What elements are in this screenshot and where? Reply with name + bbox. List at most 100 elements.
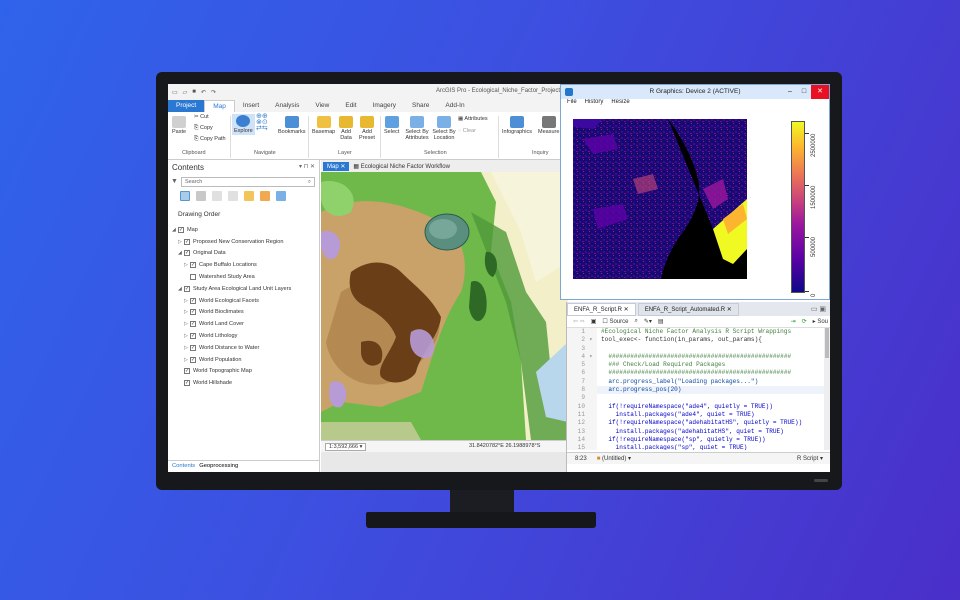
layer-item[interactable]: ▷ ✓ Cape Buffalo Locations <box>172 259 319 271</box>
labeling-icon[interactable] <box>260 191 270 201</box>
layer-item[interactable]: ▷ ✓ Proposed New Conservation Region <box>172 236 319 248</box>
run-icon[interactable]: ⇥ <box>791 318 796 325</box>
copy-button[interactable]: ⎘ Copy <box>194 125 213 131</box>
code-line[interactable]: 2 ▾ tool_exec<- function(in_params, out_pa… <box>567 336 830 345</box>
tab-project[interactable]: Project <box>168 100 205 112</box>
tab-contents[interactable]: Contents <box>172 463 195 470</box>
undo-icon[interactable]: ↶ <box>201 89 206 96</box>
drawing-order-icon[interactable] <box>180 191 190 201</box>
close-icon[interactable]: ✕ <box>811 85 829 99</box>
layer-visibility-checkbox[interactable] <box>190 274 196 281</box>
fold-marker-icon[interactable] <box>589 377 597 387</box>
tab-insert[interactable]: Insert <box>235 100 267 112</box>
editing-icon[interactable] <box>228 191 238 201</box>
code-line[interactable]: 15 install.packages("sp", quiet = TRUE) <box>567 444 830 450</box>
fold-marker-icon[interactable] <box>589 386 597 395</box>
basemap-button[interactable]: Basemap <box>312 116 335 135</box>
data-source-icon[interactable] <box>196 191 206 201</box>
fold-marker-icon[interactable] <box>589 402 597 411</box>
layer-item[interactable]: ▷ ✓ World Population <box>172 354 319 366</box>
wand-icon[interactable]: ✎▾ <box>644 318 652 325</box>
layer-visibility-checkbox[interactable]: ✓ <box>190 333 196 340</box>
code-line[interactable]: 10 if(!requireNamespace("ade4", quietly … <box>567 402 830 411</box>
fold-marker-icon[interactable] <box>589 435 597 445</box>
source-on-save-checkbox[interactable]: ☐ Source <box>602 318 628 325</box>
snapping-icon[interactable] <box>244 191 254 201</box>
code-line[interactable]: 3 <box>567 344 830 353</box>
tab-map[interactable]: Map ✕ <box>323 161 350 171</box>
tab-enfa-script[interactable]: ENFA_R_Script.R ✕ <box>567 302 636 316</box>
select-by-location-button[interactable]: Select By Location <box>432 116 456 141</box>
map-view[interactable] <box>321 172 568 440</box>
code-line[interactable]: 8 arc.progress_pos(20) <box>567 386 830 395</box>
layer-visibility-checkbox[interactable]: ✓ <box>190 344 196 351</box>
code-line[interactable]: 9 <box>567 394 830 403</box>
code-line[interactable]: 12 if(!requireNamespace("adehabitatHS", … <box>567 419 830 428</box>
save-icon[interactable]: ■ <box>192 89 196 95</box>
layer-item[interactable]: ◢ ✓ Study Area Ecological Land Unit Layers <box>172 283 319 295</box>
fold-marker-icon[interactable] <box>589 344 597 353</box>
pane-controls-icon[interactable]: ▾ ⊓ ✕ <box>299 163 315 172</box>
layer-item[interactable]: ▷ ✓ World Distance to Water <box>172 342 319 354</box>
map-canvas[interactable] <box>321 172 568 440</box>
filter-icon[interactable]: ▼ <box>171 178 178 185</box>
layer-visibility-checkbox[interactable]: ✓ <box>184 250 190 257</box>
layer-item[interactable]: ◢ ✓ Map <box>172 224 319 236</box>
layer-item[interactable]: ▷ ✓ World Lithology <box>172 330 319 342</box>
minimize-icon[interactable]: – <box>783 85 797 99</box>
layer-item[interactable]: ▷ ✓ World Land Cover <box>172 318 319 330</box>
layer-visibility-checkbox[interactable]: ✓ <box>190 309 196 316</box>
save-icon[interactable]: ▣ <box>591 318 597 325</box>
add-data-button[interactable]: Add Data <box>338 116 354 141</box>
code-area[interactable]: 1 #Ecological Niche Factor Analysis R Scr… <box>567 328 830 450</box>
bookmarks-button[interactable]: Bookmarks <box>278 116 306 135</box>
code-line[interactable]: 1 #Ecological Niche Factor Analysis R Scr… <box>567 328 830 337</box>
fold-marker-icon[interactable] <box>589 394 597 403</box>
code-line[interactable]: 11 install.packages("ade4", quiet = TRUE… <box>567 410 830 420</box>
fold-marker-icon[interactable] <box>589 369 597 378</box>
pane-controls-icon[interactable]: ▭ ▣ <box>811 305 830 313</box>
tab-view[interactable]: View <box>307 100 337 112</box>
layer-visibility-checkbox[interactable]: ✓ <box>190 356 196 363</box>
paste-button[interactable]: Paste <box>172 116 186 135</box>
navigate-tools-icon[interactable]: ⊕⊕ ⊗⊙ ⇄⇆ <box>256 113 268 132</box>
select-by-attributes-button[interactable]: Select By Attributes <box>404 116 430 141</box>
infographics-button[interactable]: Infographics <box>502 116 532 135</box>
fold-marker-icon[interactable] <box>589 361 597 370</box>
scope-selector[interactable]: ■ (Untitled) ▾ <box>597 455 631 462</box>
scrollbar[interactable] <box>824 328 830 450</box>
layer-item[interactable]: ▷ ✓ World Bioclimates <box>172 307 319 319</box>
layer-visibility-checkbox[interactable]: ✓ <box>184 380 190 387</box>
tab-map[interactable]: Map <box>204 100 235 112</box>
clear-button[interactable]: ◌ Clear <box>458 128 476 134</box>
tab-enfa-script-automated[interactable]: ENFA_R_Script_Automated.R ✕ <box>637 302 739 316</box>
fold-marker-icon[interactable] <box>589 419 597 428</box>
layer-visibility-checkbox[interactable]: ✓ <box>190 321 196 328</box>
layer-item[interactable]: ▷ ✓ World Ecological Facets <box>172 295 319 307</box>
layer-item[interactable]: ✓ World Topographic Map <box>172 366 319 378</box>
select-button[interactable]: Select <box>384 116 399 135</box>
maximize-icon[interactable]: □ <box>797 85 811 99</box>
fold-marker-icon[interactable] <box>589 444 597 450</box>
scrollbar-thumb[interactable] <box>825 328 829 358</box>
search-icon[interactable]: ⌕ <box>634 318 637 325</box>
tab-analysis[interactable]: Analysis <box>267 100 307 112</box>
tab-add-in[interactable]: Add-In <box>437 100 472 112</box>
chart-icon[interactable] <box>276 191 286 201</box>
menu-resize[interactable]: Resize <box>611 99 629 109</box>
layer-visibility-checkbox[interactable]: ✓ <box>190 262 196 269</box>
layer-item[interactable]: Watershed Study Area <box>172 271 319 283</box>
attributes-button[interactable]: ▦ Attributes <box>458 116 488 122</box>
code-line[interactable]: 4 ▾ #####################################… <box>567 352 830 362</box>
add-preset-button[interactable]: Add Preset <box>358 116 376 141</box>
layer-visibility-checkbox[interactable]: ✓ <box>190 297 196 304</box>
close-icon[interactable]: ✕ <box>340 164 345 170</box>
scale-selector[interactable]: 1:3,592,666 ▾ <box>325 443 367 451</box>
layer-visibility-checkbox[interactable]: ✓ <box>178 226 184 233</box>
fold-marker-icon[interactable] <box>589 427 597 436</box>
menu-file[interactable]: File <box>567 99 577 109</box>
layer-item[interactable]: ✓ World Hillshade <box>172 377 319 389</box>
selection-icon[interactable] <box>212 191 222 201</box>
tab-workflow[interactable]: ▦ Ecological Niche Factor Workflow <box>349 162 454 171</box>
measure-button[interactable]: Measure <box>538 116 559 135</box>
